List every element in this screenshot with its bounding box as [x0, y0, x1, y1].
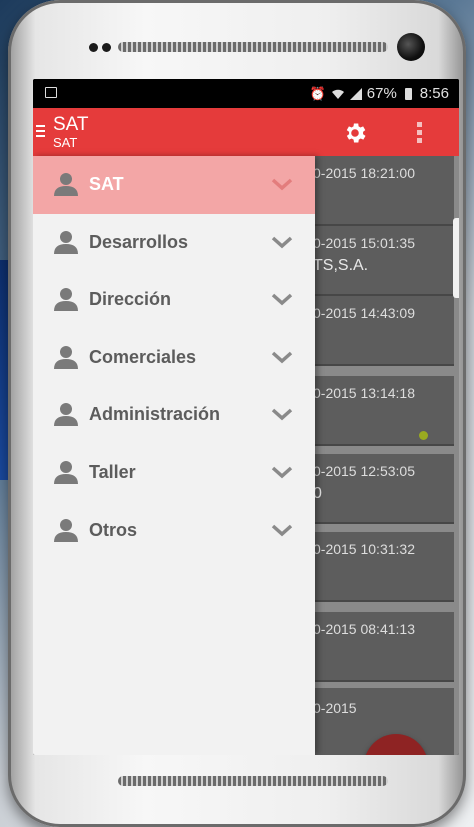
- person-icon: [54, 518, 78, 542]
- card-time: 0-2015 13:14:18: [313, 385, 415, 401]
- app-title: SAT: [53, 114, 89, 135]
- card-time: 0-2015 08:41:13: [313, 621, 415, 637]
- drawer-item-administracion[interactable]: Administración: [33, 386, 315, 444]
- wifi-icon: [331, 89, 344, 99]
- card-time: 0-2015 10:31:32: [313, 541, 415, 557]
- drawer-item-label: Administración: [89, 404, 221, 425]
- card-time: 0-2015: [313, 700, 357, 716]
- status-icons: ⏰ 67% 8:56: [310, 85, 449, 102]
- drawer-item-otros[interactable]: Otros: [33, 502, 315, 560]
- battery-icon: [404, 87, 412, 100]
- card-time: 0-2015 14:43:09: [313, 305, 415, 321]
- drawer-item-label: Desarrollos: [89, 231, 189, 252]
- chevron-down-icon[interactable]: [271, 235, 293, 249]
- person-icon: [54, 230, 78, 254]
- bottom-speaker-grille: [118, 776, 388, 786]
- drawer-item-desarrollos[interactable]: Desarrollos: [33, 214, 315, 272]
- drawer-item-label: Otros: [89, 519, 138, 540]
- screenshot-notification-icon: [45, 87, 57, 98]
- card-time: 0-2015 15:01:35: [313, 235, 415, 251]
- drawer-item-label: SAT: [89, 174, 124, 194]
- chevron-down-icon[interactable]: [271, 523, 293, 537]
- drawer-item-sat[interactable]: SAT: [33, 156, 315, 214]
- front-camera: [397, 33, 425, 61]
- drawer-item-label: Taller: [89, 461, 136, 482]
- list-scrollbar[interactable]: [453, 218, 459, 298]
- drawer-item-label: Comerciales: [89, 346, 197, 367]
- card-company: TS,S.A.: [313, 257, 369, 274]
- top-speaker-grille: [118, 42, 388, 52]
- card-time: 0-2015 12:53:05: [313, 463, 415, 479]
- phone-frame: ⏰ 67% 8:56 SAT SAT 0-2015 18:21:00 0-201…: [8, 0, 466, 827]
- battery-percent: 67%: [366, 85, 397, 102]
- chevron-down-icon[interactable]: [271, 407, 293, 421]
- front-sensor-right: [102, 43, 111, 52]
- person-icon: [54, 345, 78, 369]
- card-time: 0-2015 18:21:00: [313, 165, 415, 181]
- signal-icon: [349, 87, 362, 100]
- overflow-menu-icon[interactable]: [417, 122, 423, 146]
- clock: 8:56: [419, 85, 449, 102]
- front-sensor-left: [89, 43, 98, 52]
- app-bar: SAT SAT: [33, 108, 459, 156]
- chevron-down-icon[interactable]: [271, 465, 293, 479]
- app-subtitle: SAT: [53, 135, 78, 150]
- drawer-item-label: Dirección: [89, 289, 172, 310]
- chevron-down-icon[interactable]: [271, 292, 293, 306]
- navigation-drawer: SAT Desarrollos Dirección Comerciales Ad: [33, 156, 315, 755]
- status-bar: ⏰ 67% 8:56: [33, 79, 459, 108]
- person-icon: [54, 173, 78, 196]
- person-icon: [54, 288, 78, 312]
- alarm-icon: ⏰: [309, 85, 326, 101]
- drawer-item-comerciales[interactable]: Comerciales: [33, 329, 315, 387]
- screen: ⏰ 67% 8:56 SAT SAT 0-2015 18:21:00 0-201…: [33, 79, 459, 755]
- drawer-item-direccion[interactable]: Dirección: [33, 271, 315, 329]
- drawer-item-taller[interactable]: Taller: [33, 444, 315, 502]
- menu-icon[interactable]: [36, 125, 45, 140]
- person-icon: [54, 460, 78, 484]
- settings-gear-icon[interactable]: [342, 120, 368, 146]
- person-icon: [54, 403, 78, 427]
- status-dot: [419, 431, 428, 440]
- chevron-down-icon[interactable]: [271, 350, 293, 364]
- chevron-down-icon[interactable]: [271, 177, 293, 191]
